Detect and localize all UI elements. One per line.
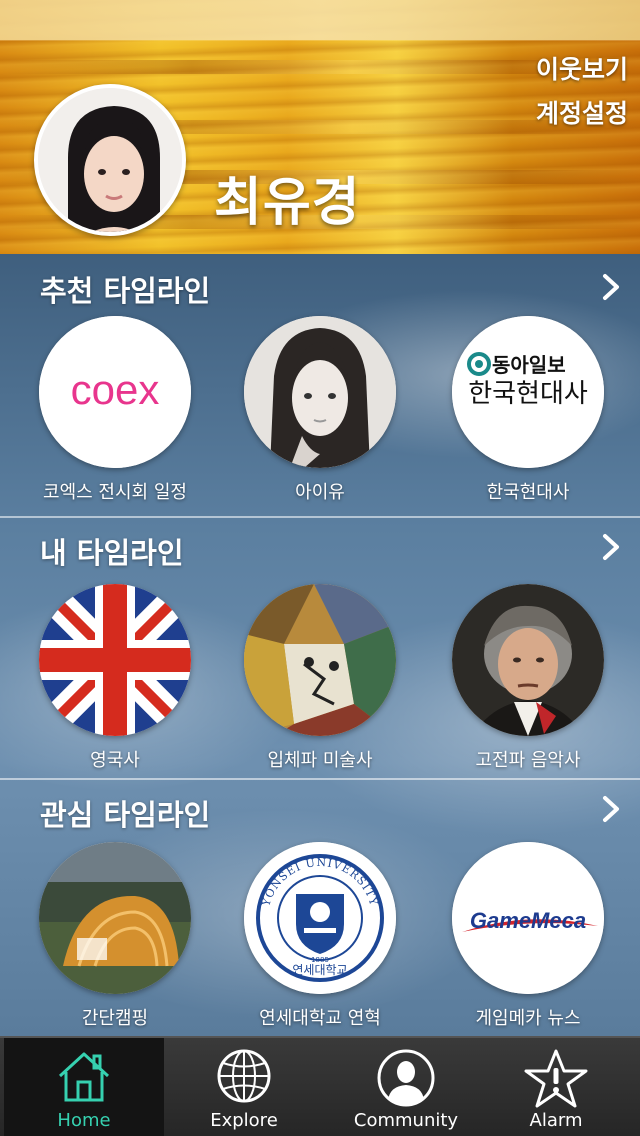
svg-text:1885: 1885	[311, 956, 329, 964]
coex-logo: coex	[39, 316, 191, 468]
timeline-thumbnail: GameMeca	[452, 842, 604, 994]
tab-alarm[interactable]: Alarm	[476, 1038, 636, 1136]
user-name: 최유경	[214, 173, 361, 233]
chevron-right-icon[interactable]	[598, 272, 624, 302]
alert-star-icon	[524, 1049, 588, 1108]
timeline-label: 입체파 미술사	[267, 750, 373, 771]
section-title: 추천 타임라인	[40, 274, 211, 308]
tab-label: Community	[353, 1110, 459, 1131]
timeline-tile-british-history[interactable]: 영국사	[15, 584, 215, 772]
iu-photo	[244, 316, 396, 468]
home-icon	[58, 1052, 110, 1102]
timeline-thumbnail: coex	[39, 316, 191, 468]
donga-logo: 동아일보 한국현대사	[452, 316, 604, 468]
globe-icon	[217, 1049, 271, 1103]
timeline-thumbnail: YONSEI UNIVERSITY 연세대학교 1885	[244, 842, 396, 994]
svg-text:동아일보: 동아일보	[492, 353, 566, 377]
timeline-label: 고전파 음악사	[475, 750, 581, 771]
cubism-painting-image	[244, 584, 396, 736]
view-neighbors-link[interactable]: 이웃보기	[536, 50, 628, 86]
beethoven-portrait-image	[452, 584, 604, 736]
timeline-label: 연세대학교 연혁	[259, 1008, 381, 1029]
header-top-strip	[0, 0, 640, 40]
union-jack-image	[39, 584, 191, 736]
svg-text:한국현대사: 한국현대사	[468, 379, 588, 409]
account-settings-link[interactable]: 계정설정	[536, 94, 628, 130]
bottom-tab-bar: Home Explore Community Alarm	[0, 1036, 640, 1136]
timeline-thumbnail	[452, 584, 604, 736]
section-recommended-timeline: 추천 타임라인 coex 코엑스 전시회 일정 아이유 동아일보 한국현대사 한…	[0, 254, 640, 518]
chevron-right-icon[interactable]	[598, 794, 624, 824]
tab-home[interactable]: Home	[4, 1038, 164, 1136]
section-title: 내 타임라인	[40, 536, 184, 570]
yonsei-emblem: YONSEI UNIVERSITY 연세대학교 1885	[244, 842, 396, 994]
timeline-label: 영국사	[90, 750, 140, 771]
timeline-label: 간단캠핑	[81, 1008, 149, 1029]
section-title: 관심 타임라인	[40, 798, 211, 832]
section-interest-timeline: 관심 타임라인 간단캠핑 YONSEI UNIVERSITY 연세대학교 188…	[0, 780, 640, 1036]
profile-header: 이웃보기 계정설정 최유경	[0, 0, 640, 254]
app-screen: 이웃보기 계정설정 최유경 추천 타임라인 coex 코엑스 전시회 일정 아이…	[0, 0, 640, 1136]
timeline-tile-iu[interactable]: 아이유	[220, 316, 420, 504]
chevron-right-icon[interactable]	[598, 532, 624, 562]
timeline-thumbnail	[39, 584, 191, 736]
camping-tent-image	[39, 842, 191, 994]
tab-community[interactable]: Community	[326, 1038, 486, 1136]
timeline-tile-korean-history[interactable]: 동아일보 한국현대사 한국현대사	[428, 316, 628, 504]
timeline-tile-yonsei[interactable]: YONSEI UNIVERSITY 연세대학교 1885 연세대학교 연혁	[220, 842, 420, 1030]
timeline-label: 한국현대사	[486, 482, 570, 503]
tab-label: Alarm	[529, 1110, 583, 1131]
avatar-photo	[38, 88, 182, 232]
tab-label: Explore	[210, 1110, 278, 1131]
timeline-label: 코엑스 전시회 일정	[43, 482, 187, 503]
tab-explore[interactable]: Explore	[164, 1038, 324, 1136]
svg-text:GameMeca: GameMeca	[470, 908, 586, 933]
tab-label: Home	[57, 1110, 111, 1131]
timeline-label: 아이유	[295, 482, 345, 503]
avatar[interactable]	[34, 84, 186, 236]
timeline-thumbnail	[39, 842, 191, 994]
timeline-thumbnail	[244, 316, 396, 468]
person-icon	[377, 1049, 435, 1107]
timeline-label: 게임메카 뉴스	[475, 1008, 581, 1029]
timeline-tile-camping[interactable]: 간단캠핑	[15, 842, 215, 1030]
timeline-tile-classical-music[interactable]: 고전파 음악사	[428, 584, 628, 772]
timeline-thumbnail: 동아일보 한국현대사	[452, 316, 604, 468]
timeline-tile-cubism[interactable]: 입체파 미술사	[220, 584, 420, 772]
section-my-timeline: 내 타임라인 영국사 입체파 미술사 고전파 음악사	[0, 518, 640, 780]
svg-text:연세대학교: 연세대학교	[292, 963, 347, 977]
gamemeca-logo: GameMeca	[452, 842, 604, 994]
timeline-content: 추천 타임라인 coex 코엑스 전시회 일정 아이유 동아일보 한국현대사 한…	[0, 254, 640, 1036]
timeline-tile-gamemeca[interactable]: GameMeca 게임메카 뉴스	[428, 842, 628, 1030]
timeline-tile-coex[interactable]: coex 코엑스 전시회 일정	[15, 316, 215, 504]
timeline-thumbnail	[244, 584, 396, 736]
svg-text:coex: coex	[71, 366, 160, 413]
